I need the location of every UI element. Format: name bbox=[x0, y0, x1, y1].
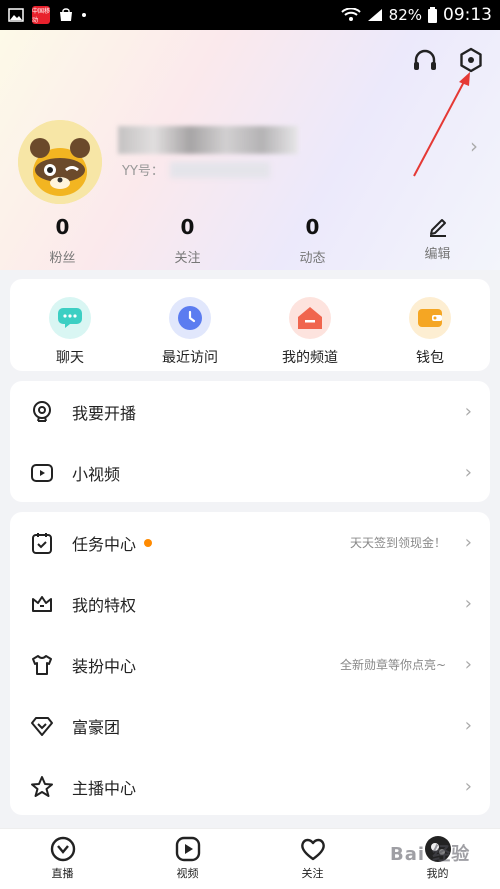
stat-value: 0 bbox=[55, 215, 70, 239]
battery-percent: 82% bbox=[388, 6, 422, 24]
battery-icon bbox=[428, 7, 437, 23]
wallet-icon bbox=[409, 297, 451, 339]
chat-icon bbox=[49, 297, 91, 339]
menu-item-host-center[interactable]: 主播中心 › bbox=[10, 756, 490, 817]
quick-label: 我的频道 bbox=[282, 350, 338, 366]
clock-time: 09:13 bbox=[443, 5, 492, 25]
edit-icon bbox=[429, 219, 446, 237]
broadcast-menu-card: 我要开播 › 小视频 › bbox=[10, 381, 490, 502]
tab-label: 我的 bbox=[426, 867, 449, 880]
chevron-right-icon: › bbox=[464, 776, 472, 797]
status-bar: 中国移动 82% 09:13 bbox=[0, 0, 500, 30]
calendar-check-icon bbox=[32, 532, 52, 554]
profile-chevron-icon[interactable]: › bbox=[470, 134, 478, 158]
tab-label: 关注 bbox=[301, 867, 324, 880]
quick-label: 聊天 bbox=[56, 350, 84, 366]
chevron-right-icon: › bbox=[464, 715, 472, 736]
chevron-right-icon: › bbox=[464, 401, 472, 422]
video-icon bbox=[31, 463, 53, 482]
crown-icon bbox=[32, 595, 52, 612]
tab-live[interactable]: 直播 bbox=[0, 829, 125, 889]
menu-label: 我要开播 bbox=[72, 403, 137, 423]
broadcast-icon bbox=[33, 400, 51, 422]
stat-following[interactable]: 0 关注 bbox=[125, 215, 250, 270]
menu-label: 主播中心 bbox=[72, 778, 137, 798]
menu-label: 我的特权 bbox=[72, 595, 137, 615]
quick-label: 钱包 bbox=[416, 350, 444, 366]
clock-icon bbox=[169, 297, 211, 339]
app-badge-icon: 中国移动 bbox=[32, 6, 51, 24]
menu-label: 富豪团 bbox=[72, 717, 121, 737]
heart-icon bbox=[300, 838, 325, 861]
wifi-icon bbox=[340, 8, 361, 21]
chevron-right-icon: › bbox=[464, 654, 472, 675]
menu-label: 小视频 bbox=[72, 464, 121, 484]
menu-item-start-live[interactable]: 我要开播 › bbox=[10, 381, 490, 442]
signal-icon bbox=[367, 9, 382, 21]
features-menu-card: 任务中心 天天签到领现金！ › 我的特权 › 装扮中心 全新勋章等你点亮~ › … bbox=[10, 512, 490, 815]
quick-recent[interactable]: 最近访问 bbox=[130, 279, 250, 371]
yy-id-label: YY号： bbox=[122, 164, 164, 179]
tab-following[interactable]: 关注 bbox=[250, 829, 375, 889]
new-badge bbox=[144, 538, 153, 547]
play-icon bbox=[175, 836, 200, 862]
yy-id-blurred bbox=[170, 162, 270, 178]
home-icon bbox=[289, 297, 331, 339]
chevron-right-icon: › bbox=[464, 462, 472, 483]
stat-value: 0 bbox=[305, 215, 320, 239]
stat-fans[interactable]: 0 粉丝 bbox=[0, 215, 125, 270]
menu-hint: 天天签到领现金！ bbox=[349, 536, 446, 550]
menu-label: 任务中心 bbox=[72, 534, 137, 554]
shopping-bag-icon bbox=[60, 8, 72, 21]
nickname-blurred bbox=[118, 126, 298, 154]
gallery-icon bbox=[8, 8, 24, 22]
star-icon bbox=[31, 775, 53, 797]
quick-channel[interactable]: 我的频道 bbox=[250, 279, 370, 371]
quick-actions-card: 聊天 最近访问 我的频道 钱包 bbox=[10, 279, 490, 371]
shirt-icon bbox=[32, 654, 52, 675]
tab-label: 直播 bbox=[51, 867, 74, 880]
stat-value: 0 bbox=[180, 215, 195, 239]
stat-label: 关注 bbox=[174, 251, 201, 266]
raccoon-avatar-icon bbox=[18, 120, 102, 204]
stat-label: 粉丝 bbox=[49, 251, 76, 266]
diamond-icon bbox=[31, 716, 53, 736]
edit-label: 编辑 bbox=[424, 247, 451, 262]
menu-hint: 全新勋章等你点亮~ bbox=[339, 658, 446, 672]
menu-item-dressup[interactable]: 装扮中心 全新勋章等你点亮~ › bbox=[10, 634, 490, 695]
avatar[interactable] bbox=[18, 120, 102, 204]
notification-dot-icon bbox=[82, 13, 86, 17]
stat-posts[interactable]: 0 动态 bbox=[250, 215, 375, 270]
annotation-arrow-icon bbox=[413, 72, 470, 177]
quick-label: 最近访问 bbox=[162, 350, 218, 366]
quick-wallet[interactable]: 钱包 bbox=[370, 279, 490, 371]
watermark: Bai 经验 bbox=[390, 844, 471, 865]
menu-item-privileges[interactable]: 我的特权 › bbox=[10, 573, 490, 634]
edit-profile-button[interactable]: 编辑 bbox=[375, 215, 500, 270]
stats-bar: 0 粉丝 0 关注 0 动态 编辑 bbox=[0, 215, 500, 270]
live-icon bbox=[50, 836, 75, 862]
menu-label: 装扮中心 bbox=[72, 656, 137, 676]
tab-label: 视频 bbox=[176, 867, 199, 880]
menu-item-task-center[interactable]: 任务中心 天天签到领现金！ › bbox=[10, 512, 490, 573]
menu-item-rich-club[interactable]: 富豪团 › bbox=[10, 695, 490, 756]
chevron-right-icon: › bbox=[464, 532, 472, 553]
quick-chat[interactable]: 聊天 bbox=[10, 279, 130, 371]
chevron-right-icon: › bbox=[464, 593, 472, 614]
stat-label: 动态 bbox=[299, 251, 326, 266]
menu-item-short-video[interactable]: 小视频 › bbox=[10, 442, 490, 503]
tab-video[interactable]: 视频 bbox=[125, 829, 250, 889]
